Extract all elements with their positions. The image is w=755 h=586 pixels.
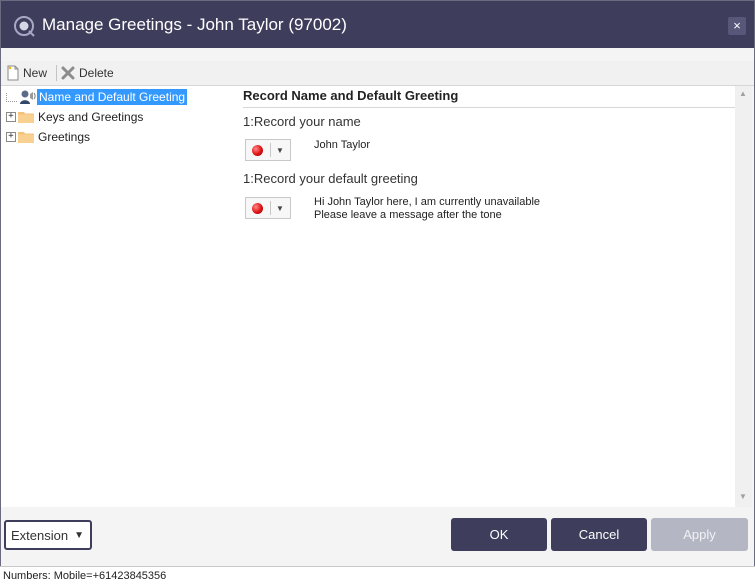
folder-icon bbox=[18, 112, 34, 123]
manage-greetings-dialog: Manage Greetings - John Taylor (97002) ×… bbox=[0, 0, 755, 568]
delete-button[interactable]: Delete bbox=[61, 64, 114, 82]
apply-button[interactable]: Apply bbox=[651, 518, 748, 551]
delete-x-icon bbox=[61, 66, 75, 80]
greeting-panel: Record Name and Default Greeting 1:Recor… bbox=[243, 86, 735, 507]
record-icon bbox=[252, 144, 263, 156]
recorded-greeting-text: Hi John Taylor here, I am currently unav… bbox=[314, 196, 540, 222]
record-greeting-button[interactable]: ▼ bbox=[245, 197, 291, 219]
extension-select-value: Extension bbox=[11, 527, 69, 543]
greetings-tree: Name and Default Greeting + Keys and Gre… bbox=[1, 86, 241, 507]
tree-item-label: Keys and Greetings bbox=[38, 110, 144, 124]
new-button[interactable]: New bbox=[6, 64, 47, 82]
folder-icon bbox=[18, 132, 34, 143]
record-name-button[interactable]: ▼ bbox=[245, 139, 291, 161]
ok-button[interactable]: OK bbox=[451, 518, 547, 551]
chevron-down-icon: ▼ bbox=[276, 203, 284, 213]
status-bar: Numbers: Mobile=+61423845356 bbox=[0, 566, 755, 586]
tree-item-keys-and-greetings[interactable]: + Keys and Greetings bbox=[6, 108, 145, 126]
button-divider bbox=[270, 201, 271, 215]
tree-item-greetings[interactable]: + Greetings bbox=[6, 128, 92, 146]
recorded-name-text: John Taylor bbox=[314, 139, 370, 152]
vertical-scrollbar[interactable]: ▲ ▼ bbox=[735, 86, 752, 507]
greeting-app-icon bbox=[14, 16, 35, 37]
expand-icon[interactable]: + bbox=[6, 132, 16, 142]
close-icon: × bbox=[733, 18, 741, 33]
record-name-label: 1:Record your name bbox=[243, 114, 361, 129]
delete-label: Delete bbox=[79, 66, 114, 80]
panel-title: Record Name and Default Greeting bbox=[243, 88, 735, 108]
new-label: New bbox=[23, 66, 48, 80]
button-divider bbox=[270, 143, 271, 157]
chevron-down-icon: ▼ bbox=[74, 529, 84, 541]
title-bar: Manage Greetings - John Taylor (97002) × bbox=[1, 1, 754, 48]
tree-connector bbox=[6, 92, 17, 102]
tree-item-label: Greetings bbox=[38, 130, 91, 144]
record-icon bbox=[252, 202, 263, 214]
new-document-icon bbox=[7, 65, 19, 81]
greeting-line-1: Hi John Taylor here, I am currently unav… bbox=[314, 196, 541, 208]
status-text: Numbers: Mobile=+61423845356 bbox=[3, 570, 167, 582]
user-speaker-icon bbox=[20, 90, 36, 104]
toolbar-divider bbox=[56, 65, 57, 81]
tree-item-name-and-default-greeting[interactable]: Name and Default Greeting bbox=[6, 88, 188, 106]
scroll-up-icon[interactable]: ▲ bbox=[739, 89, 747, 98]
recorded-name-line: John Taylor bbox=[314, 139, 371, 151]
record-greeting-label: 1:Record your default greeting bbox=[243, 171, 418, 186]
cancel-button[interactable]: Cancel bbox=[551, 518, 647, 551]
greeting-line-2: Please leave a message after the tone bbox=[314, 209, 502, 221]
chevron-down-icon: ▼ bbox=[276, 145, 284, 155]
content-area: Name and Default Greeting + Keys and Gre… bbox=[1, 86, 735, 507]
scroll-down-icon[interactable]: ▼ bbox=[739, 492, 747, 501]
extension-select[interactable]: Extension ▼ bbox=[4, 520, 92, 550]
close-button[interactable]: × bbox=[728, 17, 746, 35]
toolbar: New Delete bbox=[1, 61, 754, 86]
expand-icon[interactable]: + bbox=[6, 112, 16, 122]
tree-item-label: Name and Default Greeting bbox=[37, 89, 188, 105]
dialog-title: Manage Greetings - John Taylor (97002) bbox=[42, 15, 347, 34]
